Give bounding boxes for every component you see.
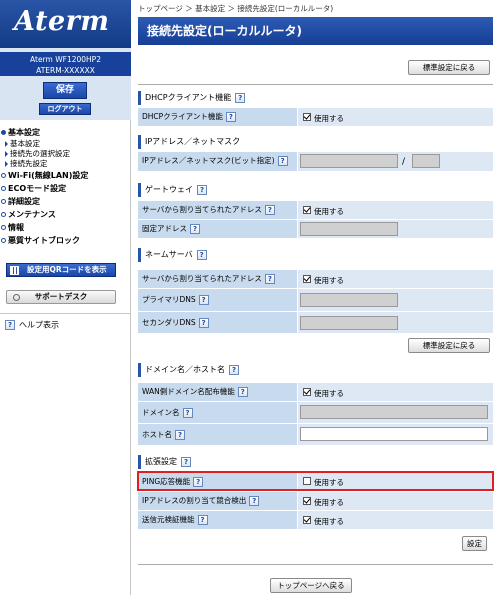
help-icon[interactable]: ? — [182, 408, 193, 418]
help-icon[interactable]: ? — [197, 515, 208, 525]
help-icon[interactable]: ? — [198, 295, 209, 305]
triangle-bullet-icon — [5, 161, 8, 167]
wan-domain-checkbox[interactable] — [303, 388, 311, 396]
nav-block[interactable]: 悪質サイトブロック — [0, 234, 131, 247]
help-icon[interactable]: ? — [175, 430, 185, 440]
breadcrumb: トップページ ＞ 基本設定 ＞ 接続先設定(ローカルルータ) — [138, 4, 334, 13]
save-button[interactable]: 保存 — [43, 82, 87, 99]
help-icon[interactable]: ? — [264, 205, 275, 215]
section-gateway: ゲートウェイ? — [138, 183, 493, 197]
help-icon[interactable]: ? — [196, 249, 207, 260]
side-nav: 基本設定 基本設定 接続先の選択設定 接続先設定 Wi-Fi(無線LAN)設定 … — [0, 126, 131, 247]
row-ns-assigned: サーバから割り当てられたアドレス? 使用する — [138, 270, 493, 289]
device-name: Aterm WF1200HP2 ATERM-XXXXXX — [0, 52, 131, 76]
netmask-input[interactable] — [412, 154, 440, 168]
nav-basic-sub-select[interactable]: 接続先の選択設定 — [0, 149, 131, 159]
help-icon[interactable]: ? — [193, 477, 204, 487]
qr-code-button[interactable]: 設定用QRコードを表示 — [6, 263, 116, 277]
circle-bullet-icon — [1, 173, 6, 178]
circle-bullet-icon — [1, 199, 6, 204]
ns-assigned-checkbox[interactable] — [303, 275, 311, 283]
section-nameserver: ネームサーバ? — [138, 248, 493, 262]
circle-bullet-icon — [1, 130, 6, 135]
section-dhcp: DHCPクライアント機能? — [138, 91, 493, 105]
aterm-logo: Aterm — [0, 0, 131, 48]
nav-wifi[interactable]: Wi-Fi(無線LAN)設定 — [0, 169, 131, 182]
gw-assigned-checkbox[interactable] — [303, 206, 311, 214]
row-gw-assigned: サーバから割り当てられたアドレス? 使用する — [138, 201, 493, 220]
divider — [0, 313, 131, 314]
circle-bullet-icon — [1, 238, 6, 243]
section-domain-host: ドメイン名／ホスト名? — [138, 363, 493, 377]
help-display-link[interactable]: ? ヘルプ表示 — [5, 320, 59, 331]
help-icon[interactable]: ? — [190, 224, 200, 234]
help-icon[interactable]: ? — [235, 92, 246, 103]
device-panel: Aterm WF1200HP2 ATERM-XXXXXX 保存 ログアウト — [0, 48, 131, 120]
nav-detail[interactable]: 詳細設定 — [0, 195, 131, 208]
support-desk-button[interactable]: サポートデスク — [6, 290, 116, 304]
row-secondary-dns: セカンダリDNS? — [138, 312, 493, 334]
help-icon[interactable]: ? — [264, 274, 275, 284]
nav-basic-sub-connection[interactable]: 接続先設定 — [0, 159, 131, 169]
secondary-dns-input[interactable] — [300, 316, 398, 330]
back-to-top-button[interactable]: トップページへ戻る — [270, 578, 352, 593]
ping-checkbox[interactable] — [303, 477, 311, 485]
help-icon[interactable]: ? — [229, 364, 239, 375]
dhcp-client-checkbox[interactable] — [303, 113, 311, 121]
section-extended: 拡張設定? — [138, 455, 493, 469]
divider — [138, 84, 493, 85]
help-icon[interactable]: ? — [249, 496, 260, 506]
nav-basic-settings[interactable]: 基本設定 — [0, 126, 131, 139]
ip-address-input[interactable] — [300, 154, 398, 168]
triangle-bullet-icon — [5, 141, 8, 147]
set-button[interactable]: 設定 — [462, 536, 487, 551]
row-domain-name: ドメイン名? — [138, 402, 493, 424]
help-icon[interactable]: ? — [237, 387, 248, 397]
page-title: 接続先設定(ローカルルータ) — [138, 17, 493, 45]
support-icon — [13, 294, 20, 301]
help-icon[interactable]: ? — [198, 318, 209, 328]
help-icon[interactable]: ? — [225, 112, 236, 122]
source-verify-checkbox[interactable] — [303, 516, 311, 524]
circle-bullet-icon — [1, 212, 6, 217]
help-icon[interactable]: ? — [277, 156, 288, 166]
circle-bullet-icon — [1, 225, 6, 230]
nav-info[interactable]: 情報 — [0, 221, 131, 234]
nav-basic-sub-basic[interactable]: 基本設定 — [0, 139, 131, 149]
qr-code-icon — [10, 266, 19, 275]
help-icon: ? — [5, 320, 15, 330]
row-source-verify: 送信元検証機能? 使用する — [138, 511, 493, 530]
restore-defaults-button[interactable]: 標準設定に戻る — [408, 338, 490, 353]
device-model: Aterm WF1200HP2 — [30, 55, 101, 64]
divider — [138, 564, 493, 565]
help-icon[interactable]: ? — [181, 456, 191, 467]
circle-bullet-icon — [1, 186, 6, 191]
row-dhcp-client: DHCPクライアント機能? 使用する — [138, 108, 493, 127]
sidebar: Aterm Aterm WF1200HP2 ATERM-XXXXXX 保存 ログ… — [0, 0, 131, 595]
row-primary-dns: プライマリDNS? — [138, 289, 493, 312]
restore-defaults-button[interactable]: 標準設定に戻る — [408, 60, 490, 75]
domain-name-input[interactable] — [300, 405, 488, 419]
nav-maintenance[interactable]: メンテナンス — [0, 208, 131, 221]
row-ip-mask: IPアドレス／ネットマスク(ビット指定)? / — [138, 152, 493, 172]
triangle-bullet-icon — [5, 151, 8, 157]
main-content: トップページ ＞ 基本設定 ＞ 接続先設定(ローカルルータ) 接続先設定(ローカ… — [131, 0, 500, 595]
help-icon[interactable]: ? — [197, 184, 207, 195]
row-host-name: ホスト名? — [138, 424, 493, 446]
gw-fixed-input[interactable] — [300, 222, 398, 236]
row-wan-domain: WAN側ドメイン名配布機能? 使用する — [138, 383, 493, 402]
row-gw-fixed: 固定アドレス? — [138, 220, 493, 239]
row-ip-conflict: IPアドレスの割り当て競合検出? 使用する — [138, 492, 493, 511]
host-name-input[interactable] — [300, 427, 488, 441]
primary-dns-input[interactable] — [300, 293, 398, 307]
row-ping: PING応答機能? 使用する — [138, 473, 493, 491]
device-id: ATERM-XXXXXX — [36, 66, 95, 75]
section-ip: IPアドレス／ネットマスク — [138, 135, 493, 149]
logout-button[interactable]: ログアウト — [39, 103, 91, 115]
nav-eco[interactable]: ECOモード設定 — [0, 182, 131, 195]
ip-conflict-checkbox[interactable] — [303, 497, 311, 505]
